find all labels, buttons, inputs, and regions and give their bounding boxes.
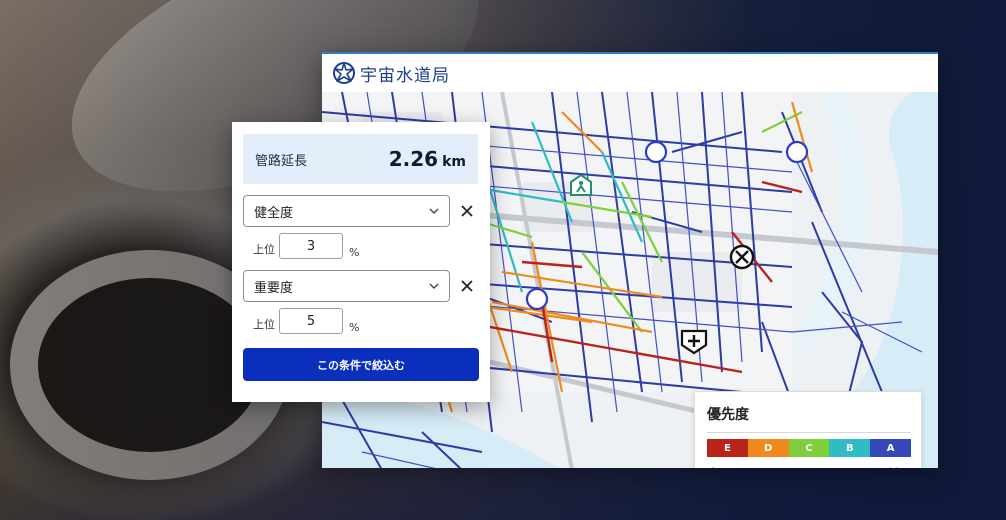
criterion-select-value: 健全度 — [254, 205, 294, 221]
pipe-length-unit: km — [442, 154, 466, 170]
remove-criterion-button[interactable] — [456, 275, 478, 297]
marker-circle-icon[interactable] — [525, 287, 549, 311]
legend-ends: 高い 低い — [707, 465, 911, 468]
legend-grade-b: B — [829, 439, 871, 457]
legend-title: 優先度 — [707, 404, 911, 433]
brand-logo-icon — [333, 62, 355, 84]
filter-panel: 管路延長 2.26km 健全度 上位 % 重要度 上位 % この条件で絞込む — [232, 122, 490, 402]
pipe-length-value: 2.26 — [388, 147, 439, 171]
pipe-length-summary: 管路延長 2.26 km — [243, 134, 478, 184]
criterion-select[interactable]: 健全度 — [243, 195, 451, 227]
chevron-down-icon — [429, 208, 439, 214]
criterion-select-value: 重要度 — [254, 280, 294, 296]
legend-high-label: 高い — [707, 465, 731, 468]
legend-grade-d: D — [747, 439, 789, 457]
rank-percent-input[interactable] — [279, 233, 343, 259]
rank-percent-input[interactable] — [279, 308, 343, 334]
marker-circle-icon[interactable] — [785, 140, 809, 164]
legend-grade-c: C — [788, 439, 830, 457]
map-header: 宇宙水道局 — [322, 54, 938, 92]
rank-label: 上位 — [253, 318, 275, 331]
rank-label: 上位 — [253, 243, 275, 256]
chevron-down-icon — [429, 283, 439, 289]
marker-circle-icon[interactable] — [644, 140, 668, 164]
brand-name: 宇宙水道局 — [360, 65, 450, 86]
priority-legend: 優先度 E D C B A 高い 低い — [694, 391, 922, 468]
legend-grade-a: A — [870, 439, 911, 457]
pipe-length-readout: 2.26 km — [389, 147, 466, 171]
criterion-row: 健全度 — [243, 195, 478, 227]
valve-icon[interactable] — [729, 244, 755, 270]
close-icon — [461, 205, 473, 217]
criterion-row: 重要度 — [243, 270, 478, 302]
apply-filter-button[interactable]: この条件で絞込む — [243, 348, 479, 381]
legend-low-label: 低い — [887, 465, 911, 468]
legend-grade-e: E — [707, 439, 748, 457]
remove-criterion-button[interactable] — [456, 200, 478, 222]
rank-row: 上位 % — [243, 233, 478, 259]
rank-unit: % — [349, 321, 360, 334]
close-icon — [461, 280, 473, 292]
rank-unit: % — [349, 246, 360, 259]
criterion-select[interactable]: 重要度 — [243, 270, 451, 302]
pipe-length-label: 管路延長 — [255, 153, 308, 169]
legend-scale: E D C B A — [707, 439, 911, 457]
rank-row: 上位 % — [243, 308, 478, 334]
